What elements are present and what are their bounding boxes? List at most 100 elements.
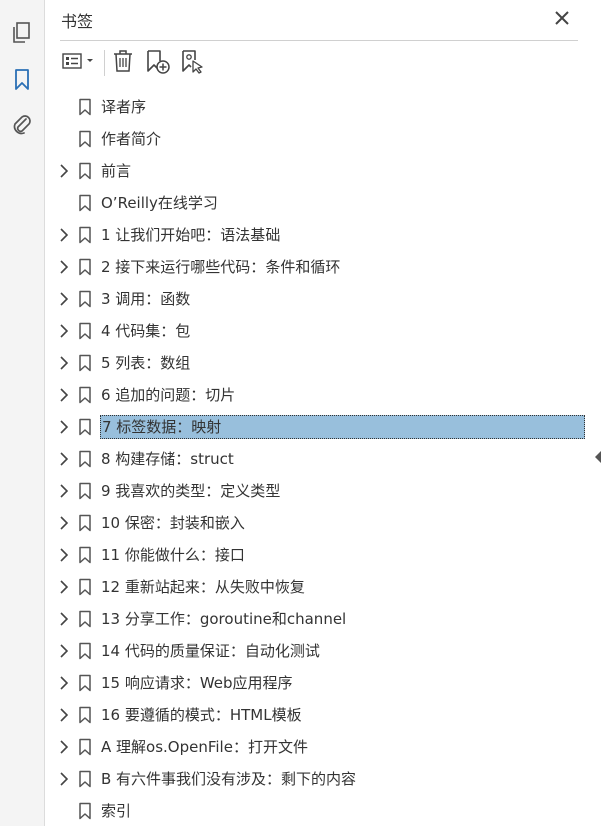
chevron-right-icon[interactable] — [57, 323, 71, 339]
bookmark-icon — [78, 98, 92, 116]
bookmark-icon — [78, 322, 92, 340]
bookmark-label: 译者序 — [101, 98, 147, 116]
chevron-right-icon[interactable] — [57, 547, 71, 563]
bookmark-from-selection-icon — [179, 48, 205, 78]
bookmark-label: 8 构建存储：struct — [101, 450, 234, 468]
bookmark-item[interactable]: 1 让我们开始吧：语法基础 — [45, 219, 585, 251]
bookmark-icon — [78, 418, 92, 436]
bookmark-label: 作者简介 — [101, 130, 162, 148]
delete-icon — [112, 49, 134, 77]
bookmark-icon — [78, 290, 92, 308]
bookmark-item[interactable]: 9 我喜欢的类型：定义类型 — [45, 475, 585, 507]
chevron-right-icon[interactable] — [57, 227, 71, 243]
chevron-right-icon[interactable] — [57, 259, 71, 275]
bookmark-label: 10 保密：封装和嵌入 — [101, 514, 245, 532]
bookmark-label: 15 响应请求：Web应用程序 — [101, 674, 293, 692]
chevron-right-icon[interactable] — [57, 291, 71, 307]
chevron-right-icon[interactable] — [57, 611, 71, 627]
bookmark-item[interactable]: 2 接下来运行哪些代码：条件和循环 — [45, 251, 585, 283]
bookmark-item[interactable]: 5 列表：数组 — [45, 347, 585, 379]
navigation-rail — [0, 0, 45, 826]
bookmark-item[interactable]: 13 分享工作：goroutine和channel — [45, 603, 585, 635]
chevron-right-icon[interactable] — [57, 451, 71, 467]
bookmark-icon — [78, 642, 92, 660]
options-menu-button[interactable] — [60, 48, 98, 78]
bookmark-label: A 理解os.OpenFile：打开文件 — [101, 738, 308, 756]
bookmark-label: 4 代码集：包 — [101, 322, 191, 340]
bookmark-from-selection-button[interactable] — [178, 48, 206, 78]
header-divider — [60, 40, 578, 41]
delete-button[interactable] — [110, 48, 136, 78]
bookmark-item[interactable]: 3 调用：函数 — [45, 283, 585, 315]
bookmark-item[interactable]: 6 追加的问题：切片 — [45, 379, 585, 411]
toolbar-divider — [104, 50, 105, 76]
bookmark-label: 1 让我们开始吧：语法基础 — [101, 226, 281, 244]
pages-icon[interactable] — [8, 19, 36, 47]
new-bookmark-icon — [144, 48, 170, 78]
new-bookmark-button[interactable] — [143, 48, 171, 78]
chevron-right-icon[interactable] — [57, 739, 71, 755]
bookmark-icon — [78, 802, 92, 820]
bookmarks-panel: 书签 译者序作者简介前言 O’Reilly在线学习 1 让我们开始吧：语法基础 2 接… — [45, 0, 606, 826]
bookmark-label: 3 调用：函数 — [101, 290, 191, 308]
bookmark-label: 11 你能做什么：接口 — [101, 546, 245, 564]
bookmark-item[interactable]: 7 标签数据：映射 — [45, 411, 585, 443]
bookmark-item[interactable]: 前言 — [45, 155, 585, 187]
bookmark-label: 16 要遵循的模式：HTML模板 — [101, 706, 302, 724]
bookmark-item[interactable]: 作者简介 — [45, 123, 585, 155]
bookmark-label: B 有六件事我们没有涉及：剩下的内容 — [101, 770, 357, 788]
bookmark-item[interactable]: 10 保密：封装和嵌入 — [45, 507, 585, 539]
bookmark-icon — [78, 770, 92, 788]
bookmark-icon — [78, 546, 92, 564]
bookmark-item[interactable]: 4 代码集：包 — [45, 315, 585, 347]
chevron-right-icon[interactable] — [57, 515, 71, 531]
attachment-icon[interactable] — [8, 111, 36, 139]
bookmark-item[interactable]: 11 你能做什么：接口 — [45, 539, 585, 571]
chevron-right-icon[interactable] — [57, 163, 71, 179]
chevron-right-icon[interactable] — [57, 707, 71, 723]
panel-title: 书签 — [61, 12, 94, 31]
bookmark-icon — [78, 450, 92, 468]
chevron-right-icon[interactable] — [57, 675, 71, 691]
bookmark-icon — [78, 354, 92, 372]
bookmark-icon[interactable] — [8, 66, 36, 94]
bookmark-label: O’Reilly在线学习 — [101, 194, 218, 212]
bookmark-item[interactable]: 译者序 — [45, 91, 585, 123]
bookmark-icon — [78, 162, 92, 180]
close-icon[interactable] — [552, 8, 572, 28]
bookmark-icon — [78, 674, 92, 692]
bookmark-icon — [78, 514, 92, 532]
chevron-right-icon[interactable] — [57, 483, 71, 499]
bookmark-icon — [78, 226, 92, 244]
bookmark-item[interactable]: 索引 — [45, 795, 585, 827]
collapse-panel-icon[interactable] — [594, 449, 602, 463]
chevron-right-icon[interactable] — [57, 771, 71, 787]
bookmark-label: 14 代码的质量保证：自动化测试 — [101, 642, 320, 660]
bookmark-item[interactable]: 8 构建存储：struct — [45, 443, 585, 475]
bookmark-item[interactable]: A 理解os.OpenFile：打开文件 — [45, 731, 585, 763]
bookmark-item[interactable]: O’Reilly在线学习 — [45, 187, 585, 219]
chevron-right-icon[interactable] — [57, 579, 71, 595]
bookmark-icon — [78, 482, 92, 500]
bookmark-icon — [78, 194, 92, 212]
bookmark-label: 7 标签数据：映射 — [100, 415, 585, 439]
bookmark-icon — [78, 610, 92, 628]
bookmark-icon — [78, 258, 92, 276]
chevron-right-icon[interactable] — [57, 643, 71, 659]
chevron-right-icon[interactable] — [57, 387, 71, 403]
bookmark-label: 前言 — [101, 162, 132, 180]
bookmark-item[interactable]: 14 代码的质量保证：自动化测试 — [45, 635, 585, 667]
bookmark-item[interactable]: 12 重新站起来：从失败中恢复 — [45, 571, 585, 603]
bookmark-icon — [78, 130, 92, 148]
bookmark-icon — [78, 738, 92, 756]
options-menu-icon — [61, 52, 97, 74]
bookmark-label: 索引 — [101, 802, 132, 820]
bookmark-item[interactable]: B 有六件事我们没有涉及：剩下的内容 — [45, 763, 585, 795]
bookmark-icon — [78, 578, 92, 596]
bookmark-item[interactable]: 15 响应请求：Web应用程序 — [45, 667, 585, 699]
bookmark-icon — [78, 386, 92, 404]
chevron-right-icon[interactable] — [57, 419, 71, 435]
bookmark-label: 9 我喜欢的类型：定义类型 — [101, 482, 281, 500]
bookmark-item[interactable]: 16 要遵循的模式：HTML模板 — [45, 699, 585, 731]
chevron-right-icon[interactable] — [57, 355, 71, 371]
